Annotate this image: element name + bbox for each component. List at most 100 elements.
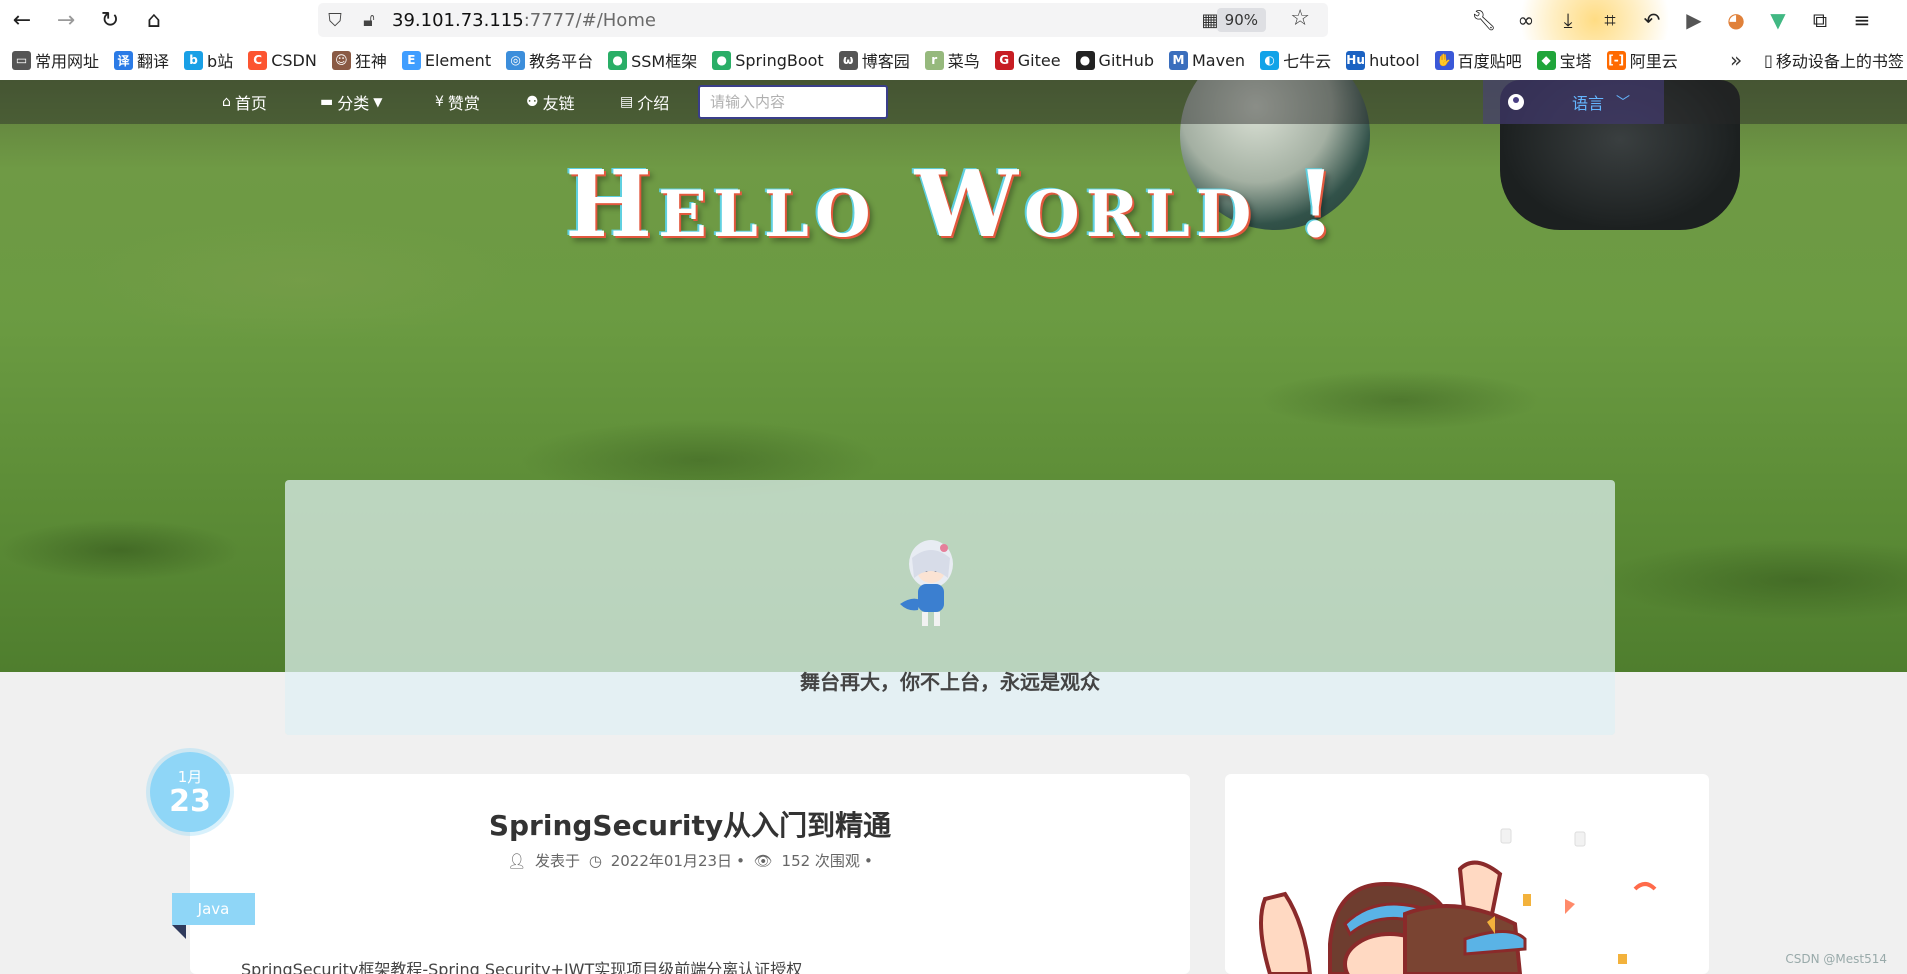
crop-icon[interactable]: ⌗ — [1589, 0, 1631, 40]
extensions-puzzle-icon[interactable]: ⧉ — [1799, 0, 1841, 40]
bookmark-label: 翻译 — [137, 52, 170, 71]
download-icon[interactable]: ⤓ — [1547, 0, 1589, 40]
bookmark-item[interactable]: E Element — [401, 50, 491, 70]
nav-reward-label: 赞赏 — [447, 94, 480, 113]
nav-category-label: 分类 — [337, 94, 370, 113]
address-bar[interactable]: ⛉ 🔓︎ 39.101.73.115:7777/#/Home ▦ 90% ☆ — [318, 3, 1328, 37]
nav-about-label: 介绍 — [637, 94, 670, 113]
infinity-icon[interactable]: ∞ — [1505, 0, 1547, 40]
bookmark-item[interactable]: r 菜鸟 — [924, 48, 980, 72]
menu-icon[interactable]: ≡ — [1841, 0, 1883, 40]
bookmark-item[interactable]: M Maven — [1169, 50, 1246, 70]
language-menu[interactable]: 语言 ﹀ — [1483, 80, 1664, 124]
bookmark-item[interactable]: ◎ 教务平台 — [506, 48, 593, 72]
user-avatar-icon[interactable] — [1508, 94, 1524, 110]
post-day: 23 — [169, 784, 211, 819]
meta-dot: • — [863, 852, 873, 870]
meta-dot: • — [736, 852, 745, 870]
bookmark-label: 狂神 — [354, 52, 387, 71]
bookmark-label: SpringBoot — [735, 50, 824, 70]
chevron-more-icon[interactable]: » — [1730, 40, 1742, 80]
wechat-icon: ● — [608, 50, 628, 70]
undo-icon[interactable]: ↶ — [1631, 0, 1673, 40]
gitee-icon: G — [994, 50, 1014, 70]
bookmark-item[interactable]: ✋ 百度贴吧 — [1434, 48, 1522, 72]
yen-icon: ¥ — [435, 94, 444, 110]
bookmark-item[interactable]: C CSDN — [248, 50, 317, 70]
home-icon[interactable]: ⌂ — [132, 0, 176, 40]
back-arrow-icon[interactable]: ← — [0, 0, 44, 40]
nav-reward[interactable]: ¥ 赞赏 — [435, 80, 480, 124]
bookmark-item[interactable]: b b站 — [184, 48, 233, 72]
motto-text: 舞台再大，你不上台，永远是观众 — [800, 670, 1100, 694]
nav-about[interactable]: ▤ 介绍 — [620, 80, 669, 124]
bookmark-label: Maven — [1192, 50, 1246, 70]
wrench-icon[interactable]: 🔧︎ — [1463, 0, 1505, 40]
element-icon: E — [401, 50, 421, 70]
home-icon: ⌂ — [222, 94, 231, 110]
nav-category[interactable]: ▬ 分类 ▼ — [320, 80, 382, 124]
shield-icon[interactable]: ⛉ — [318, 3, 352, 37]
bookmark-item[interactable]: 译翻译 — [114, 48, 169, 72]
users-icon: ⚉ — [526, 94, 539, 110]
post-views: 152 次围观 — [781, 852, 860, 870]
hutool-icon: Hu — [1346, 50, 1366, 70]
bookmark-item[interactable]: ω 博客园 — [838, 48, 910, 72]
nav-friend-links-label: 友链 — [542, 94, 575, 113]
search-input[interactable] — [698, 85, 888, 119]
csdn-icon: C — [248, 50, 268, 70]
watermark: CSDN @Mest514 — [1785, 952, 1887, 966]
mobile-bookmarks[interactable]: ▯ 移动设备上的书签 — [1764, 40, 1904, 80]
bookmark-item[interactable]: ◐ 七牛云 — [1260, 48, 1331, 72]
runoob-icon: r — [924, 50, 944, 70]
edu-icon: ◎ — [506, 50, 526, 70]
bookmark-item[interactable]: ● GitHub — [1075, 50, 1154, 70]
nav-home-label: 首页 — [234, 94, 267, 113]
bookmark-item[interactable]: ▭ 常用网址 — [12, 48, 99, 72]
language-label[interactable]: 语言 — [1572, 90, 1604, 114]
bookmarks-bar: ▭ 常用网址译翻译 b b站 C CSDN ☺ 狂神 E Element ◎ 教务平台 ● SSM框架 ● S… — [0, 40, 1907, 80]
bookmark-star-icon[interactable]: ☆ — [1290, 6, 1310, 31]
extensions-bar: 🔧︎ ∞ ⤓ ⌗ ↶ ▶ ◕ ▼ ⧉ ≡ — [1463, 0, 1883, 40]
url-host[interactable]: 39.101.73.115 — [392, 10, 524, 31]
post-date-badge: 1月 23 — [150, 752, 230, 832]
bookmark-label: SSM框架 — [631, 52, 698, 71]
bookmark-label: Gitee — [1017, 50, 1061, 70]
chevron-down-icon[interactable]: ﹀ — [1616, 92, 1630, 112]
hero-title: Hello World ! — [565, 150, 1342, 258]
forward-arrow-icon[interactable]: → — [44, 0, 88, 40]
translate-icon: 译 — [114, 50, 134, 70]
bookmark-item[interactable]: ☺ 狂神 — [331, 48, 387, 72]
play-icon[interactable]: ▶ — [1673, 0, 1715, 40]
bilibili-icon: b — [184, 50, 204, 70]
category-icon: ▬ — [320, 94, 334, 110]
category-tag[interactable]: Java — [172, 893, 255, 925]
url-path[interactable]: :7777/#/Home — [524, 10, 656, 31]
post-card[interactable]: SpringSecurity从入门到精通 👤︎ 发表于 ◷ 2022年01月23… — [190, 774, 1190, 974]
zoom-level[interactable]: 90% — [1216, 8, 1266, 32]
eye-icon: 👁︎ — [753, 852, 773, 870]
bookmark-item[interactable]: [-] 阿里云 — [1606, 48, 1678, 72]
bookmark-label: hutool — [1369, 50, 1420, 70]
bookmark-item[interactable]: ● SSM框架 — [608, 48, 697, 72]
phone-icon: ▯ — [1764, 50, 1773, 70]
insecure-lock-icon[interactable]: 🔓︎ — [352, 3, 386, 37]
reload-icon[interactable]: ↻ — [88, 0, 132, 40]
avatar-icon: ☺ — [331, 50, 351, 70]
post-title[interactable]: SpringSecurity从入门到精通 — [190, 804, 1190, 844]
bookmark-item[interactable]: ◆ 宝塔 — [1536, 48, 1592, 72]
bookmark-item[interactable]: G Gitee — [994, 50, 1061, 70]
vue-devtools-icon[interactable]: ▼ — [1757, 0, 1799, 40]
github-icon: ● — [1075, 50, 1095, 70]
nav-home[interactable]: ⌂ 首页 — [222, 80, 267, 124]
caret-down-icon: ▼ — [373, 95, 383, 109]
wechat-icon: ● — [712, 50, 732, 70]
bookmark-item[interactable]: ● SpringBoot — [712, 50, 824, 70]
colorful-extension-icon[interactable]: ◕ — [1715, 0, 1757, 40]
post-excerpt: SpringSecurity框架教程-Spring Security+JWT实现… — [241, 960, 803, 974]
bookmark-label: 教务平台 — [529, 52, 594, 71]
bookmark-label: 博客园 — [861, 52, 910, 71]
bookmark-label: 百度贴吧 — [1457, 52, 1522, 71]
bookmark-item[interactable]: Hu hutool — [1346, 50, 1420, 70]
nav-friend-links[interactable]: ⚉ 友链 — [526, 80, 575, 124]
